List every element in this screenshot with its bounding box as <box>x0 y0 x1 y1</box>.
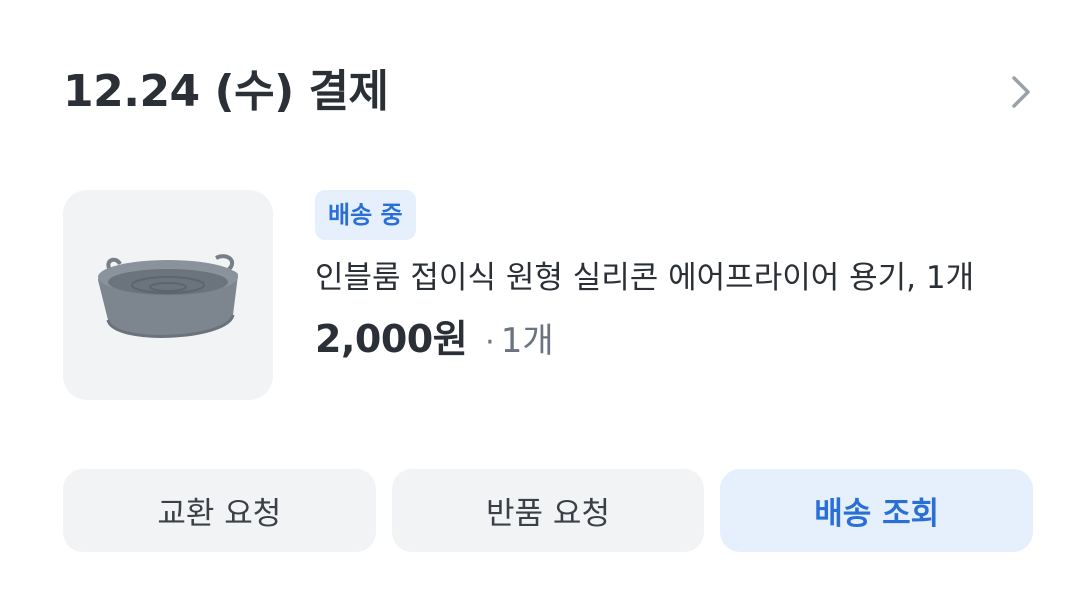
separator-dot: · <box>485 325 495 360</box>
order-header[interactable]: 12.24 (수) 결제 <box>63 60 1040 124</box>
product-quantity: 1개 <box>500 321 554 361</box>
product-name: 인블룸 접이식 원형 실리콘 에어프라이어 용기, 1개 <box>315 260 975 296</box>
product-image <box>98 254 238 338</box>
chevron-right-icon[interactable] <box>995 66 1047 118</box>
product-price: 2,000원 <box>315 317 468 361</box>
status-badge: 배송 중 <box>315 190 416 240</box>
return-request-button[interactable]: 반품 요청 <box>391 469 705 552</box>
price-row: 2,000원 · 1개 <box>315 314 1040 368</box>
exchange-request-button[interactable]: 교환 요청 <box>63 469 376 552</box>
track-delivery-button[interactable]: 배송 조회 <box>720 469 1034 552</box>
product-thumbnail[interactable] <box>63 190 273 400</box>
order-product-card[interactable]: 배송 중 인블룸 접이식 원형 실리콘 에어프라이어 용기, 1개 2,000원… <box>63 190 1040 402</box>
order-actions: 교환 요청 반품 요청 배송 조회 <box>63 469 1034 552</box>
order-date-title: 12.24 (수) 결제 <box>63 66 389 117</box>
product-info: 배송 중 인블룸 접이식 원형 실리콘 에어프라이어 용기, 1개 2,000원… <box>315 190 1040 368</box>
